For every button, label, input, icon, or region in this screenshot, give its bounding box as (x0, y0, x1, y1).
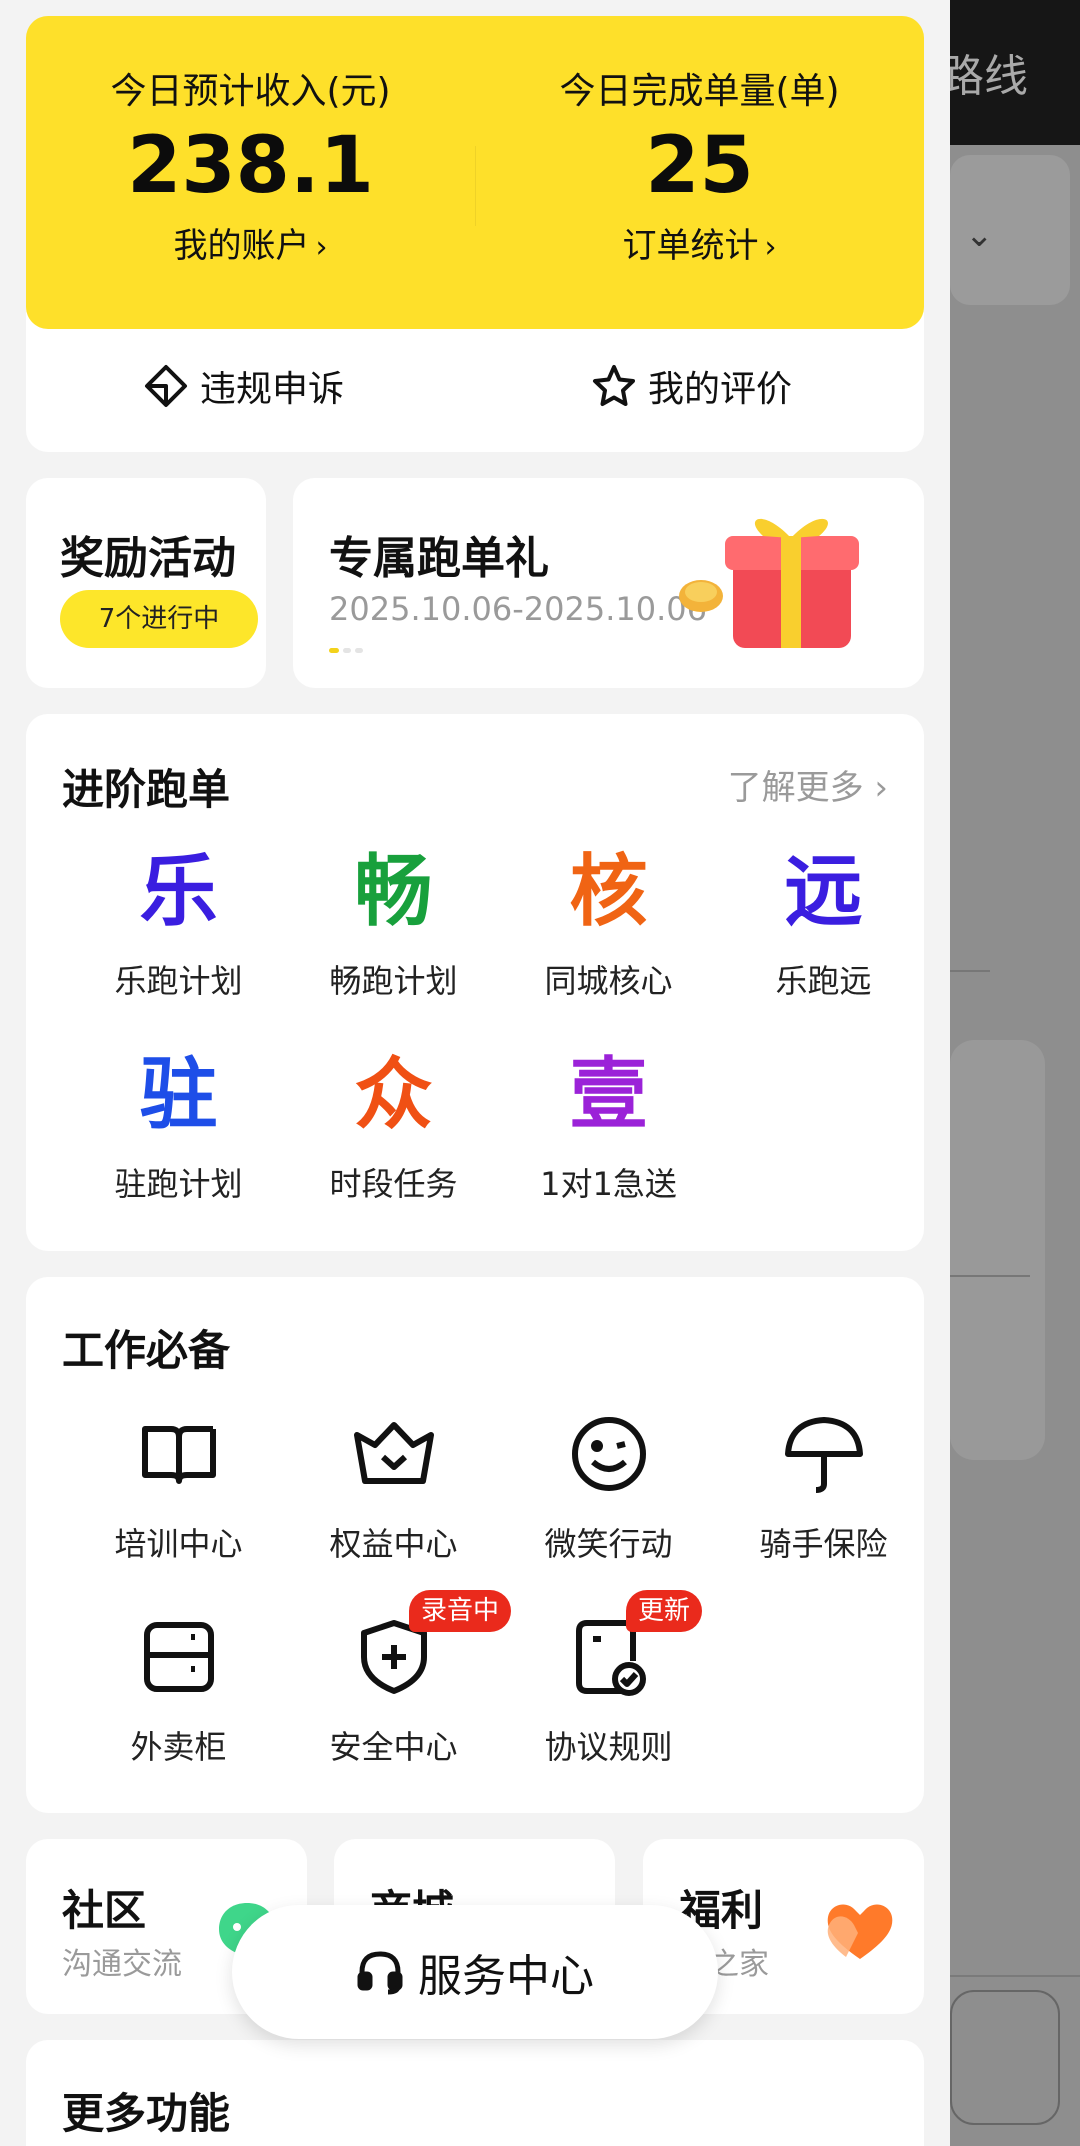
banner-date: 2025.10.06-2025.10.06 (329, 590, 707, 628)
grid-item-insurance[interactable]: 骑手保险 (716, 1407, 931, 1565)
grid-item-one-to-one[interactable]: 壹 1对1急送 (501, 1047, 716, 1205)
income-label: 今日预计收入(元) (110, 71, 391, 112)
work-title: 工作必备 (62, 1326, 231, 1375)
smile-icon (571, 1417, 646, 1491)
grid-item-benefits[interactable]: 权益中心 (286, 1407, 501, 1565)
community-title: 社区 (62, 1886, 147, 1935)
heart-icon (827, 1904, 893, 1959)
banner-title: 专属跑单礼 (329, 533, 549, 584)
locker-icon (143, 1622, 214, 1692)
changpao-logo-icon: 畅 (354, 847, 433, 937)
grid-item-lepao[interactable]: 乐 乐跑计划 (71, 844, 286, 1002)
orders-label: 今日完成单量(单) (559, 71, 840, 112)
earnings-card: 今日预计收入(元) 238.1 我的账户 › 今日完成单量(单) 25 订单统计 › (26, 16, 924, 329)
background-header-text: 路线 (940, 51, 1028, 102)
grid-item-locker[interactable]: 外卖柜 (71, 1610, 286, 1768)
one-to-one-logo-icon: 壹 (569, 1050, 648, 1140)
recording-badge: 录音中 (409, 1590, 512, 1632)
carousel-dots (329, 648, 363, 653)
learn-more-link[interactable]: 了解更多 › (728, 760, 888, 809)
more-functions-card: 更多功能 (26, 2040, 924, 2146)
service-center-label: 服务中心 (418, 1951, 594, 2002)
reward-badge: 7个进行中 (60, 590, 258, 648)
side-drawer: 违规申诉 我的评价 今日预计收入(元) 238.1 我的账户 › 今日完成单量(单… (0, 0, 950, 2146)
appeal-label: 违规申诉 (200, 369, 345, 410)
background-card (950, 1990, 1060, 2125)
my-account-label: 我的账户 (173, 226, 310, 266)
grid-item-label: 骑手保险 (759, 1525, 888, 1563)
grid-item-agreement[interactable]: 更新 协议规则 (501, 1590, 716, 1768)
reward-activity-card[interactable]: 奖励活动 7个进行中 (26, 478, 266, 688)
grid-item-label: 1对1急送 (540, 1165, 677, 1203)
zhupao-logo-icon: 驻 (139, 1050, 218, 1140)
my-account-link[interactable]: 我的账户 › (26, 218, 475, 267)
appeal-button[interactable]: 违规申诉 (144, 360, 344, 412)
order-stats-link[interactable]: 订单统计 › (475, 218, 924, 267)
grid-item-lepao-far[interactable]: 远 乐跑远 (716, 844, 931, 1002)
orders-section: 今日完成单量(单) 25 订单统计 › (475, 16, 924, 267)
grid-item-safety[interactable]: 录音中 安全中心 (286, 1590, 512, 1768)
city-core-logo-icon: 核 (569, 847, 648, 937)
work-essentials-card: 工作必备 培训中心 权益中心 微笑行动 骑手保险 外卖柜 录音中 安全中心 更新… (26, 1277, 924, 1813)
grid-item-label: 培训中心 (114, 1525, 243, 1563)
background-divider (950, 1975, 1080, 1977)
chevron-right-icon: › (764, 230, 777, 265)
order-stats-label: 订单统计 (622, 226, 759, 266)
crown-icon (353, 1422, 434, 1484)
headset-icon (357, 1951, 403, 1995)
grid-item-city-core[interactable]: 核 同城核心 (501, 844, 716, 1002)
chevron-down-icon: ⌄ (965, 215, 994, 255)
gift-box-icon (679, 518, 859, 648)
grid-item-label: 微笑行动 (544, 1525, 673, 1563)
grid-item-time-task[interactable]: 众 时段任务 (286, 1047, 501, 1205)
orders-value: 25 (645, 121, 754, 211)
grid-item-label: 同城核心 (544, 962, 673, 1000)
advanced-title: 进阶跑单 (62, 765, 231, 814)
time-task-logo-icon: 众 (354, 1050, 433, 1140)
lepao-far-logo-icon: 远 (784, 847, 863, 937)
grid-item-label: 时段任务 (329, 1165, 458, 1203)
income-section: 今日预计收入(元) 238.1 我的账户 › (26, 16, 475, 267)
income-value: 238.1 (127, 121, 374, 211)
grid-item-label: 外卖柜 (130, 1728, 227, 1766)
my-rating-label: 我的评价 (648, 369, 793, 410)
grid-item-label: 畅跑计划 (329, 962, 458, 1000)
grid-item-label: 驻跑计划 (114, 1165, 243, 1203)
background-divider (950, 970, 990, 972)
service-center-button[interactable]: 服务中心 (232, 1905, 718, 2039)
background-divider (950, 1275, 1030, 1277)
star-icon (593, 365, 635, 406)
grid-item-changpao[interactable]: 畅 畅跑计划 (286, 844, 501, 1002)
appeal-icon (145, 365, 187, 407)
community-subtitle: 沟通交流 (62, 1947, 182, 1982)
more-functions-title: 更多功能 (62, 2089, 231, 2138)
umbrella-icon (784, 1417, 863, 1493)
reward-title: 奖励活动 (60, 533, 236, 584)
lepao-logo-icon: 乐 (139, 847, 218, 937)
book-icon (141, 1426, 216, 1484)
update-badge: 更新 (626, 1590, 703, 1632)
promo-banner[interactable]: 专属跑单礼 2025.10.06-2025.10.06 (293, 478, 924, 688)
grid-item-zhupao[interactable]: 驻 驻跑计划 (71, 1047, 286, 1205)
grid-item-label: 安全中心 (329, 1728, 458, 1766)
grid-item-smile[interactable]: 微笑行动 (501, 1407, 716, 1565)
advanced-orders-card: 进阶跑单 了解更多 › 乐 乐跑计划 畅 畅跑计划 核 同城核心 远 乐跑远 驻… (26, 714, 924, 1251)
grid-item-label: 乐跑计划 (114, 962, 243, 1000)
grid-item-training[interactable]: 培训中心 (71, 1407, 286, 1565)
grid-item-label: 协议规则 (544, 1728, 673, 1766)
quick-actions-card: 违规申诉 我的评价 (26, 310, 924, 452)
chevron-right-icon: › (315, 230, 328, 265)
grid-item-label: 权益中心 (329, 1525, 458, 1563)
background-card (950, 1040, 1045, 1460)
grid-item-label: 乐跑远 (775, 962, 872, 1000)
my-rating-button[interactable]: 我的评价 (592, 360, 792, 412)
